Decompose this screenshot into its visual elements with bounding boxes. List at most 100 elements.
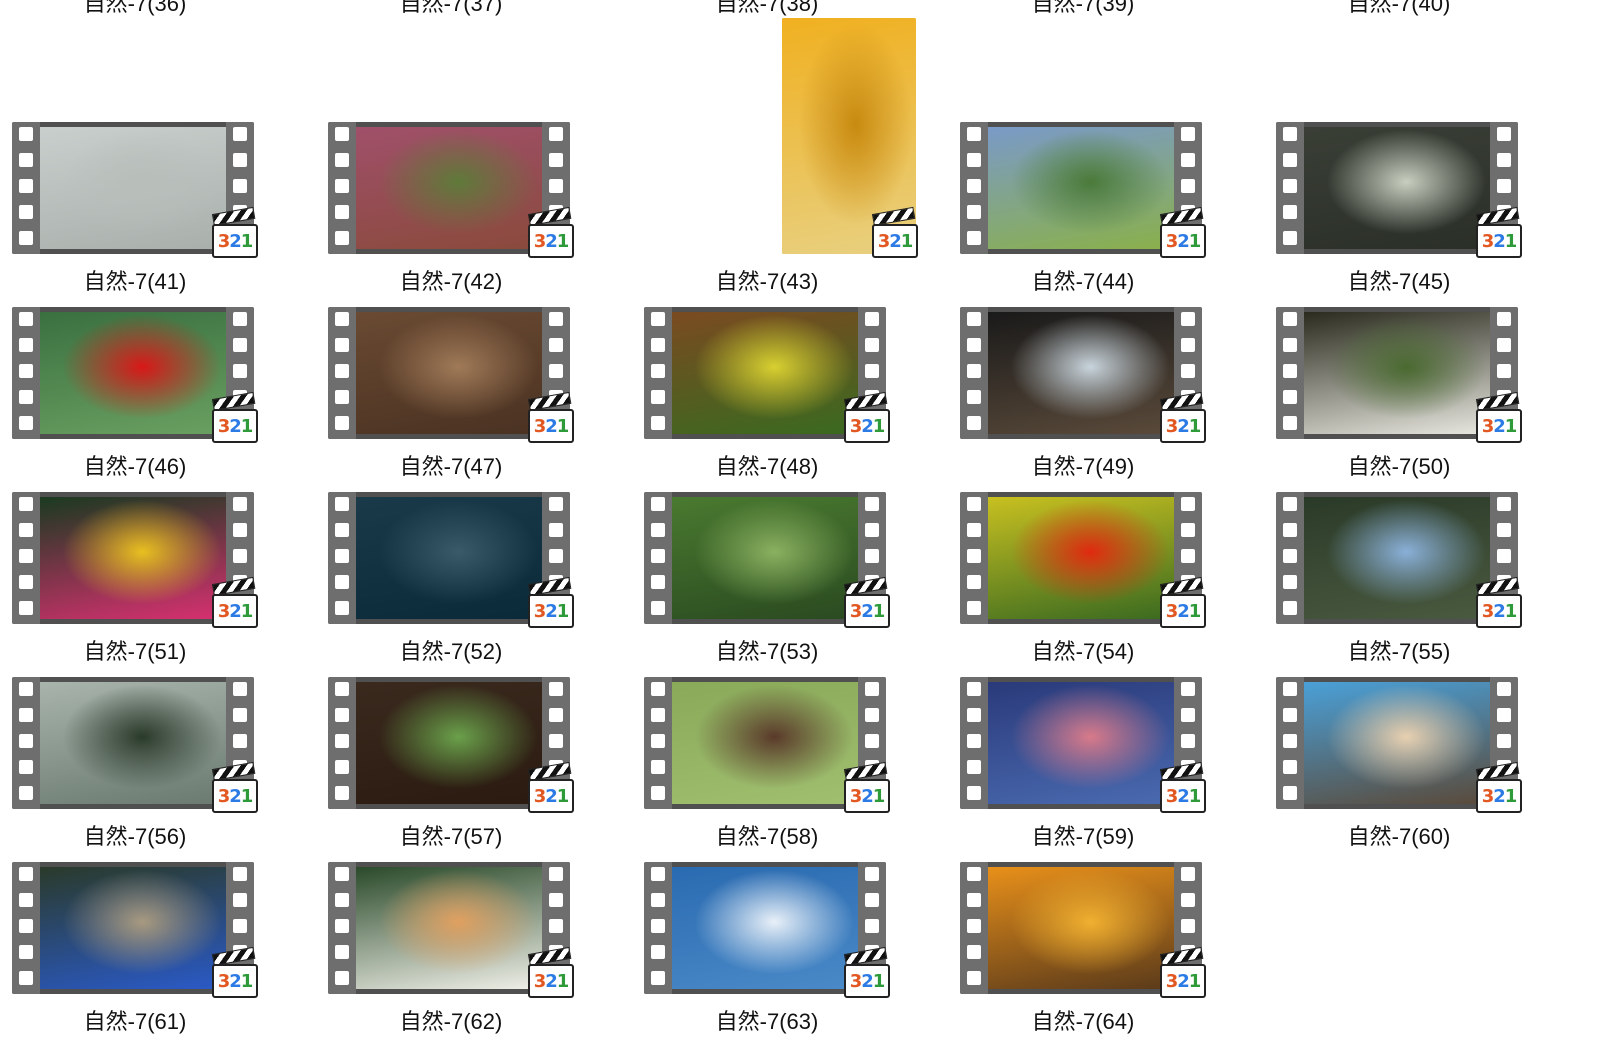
file-item[interactable]: 3 2 1 自然-7(62) — [316, 862, 616, 1052]
file-item[interactable]: 3 2 1 自然-7(52) — [316, 492, 616, 682]
file-name-label[interactable]: 自然-7(47) — [316, 449, 586, 481]
file-item[interactable]: 3 2 1 自然-7(60) — [1264, 677, 1564, 867]
sprocket-hole — [651, 390, 665, 404]
badge-digit: 2 — [1493, 230, 1505, 252]
file-item[interactable]: 3 2 1 自然-7(51) — [0, 492, 300, 682]
file-label-partial[interactable]: 自然-7(40) — [1299, 0, 1499, 16]
media-player-icon: 321 — [843, 946, 890, 998]
file-name-label[interactable]: 自然-7(51) — [0, 634, 270, 666]
file-item[interactable]: 3 2 1 自然-7(53) — [632, 492, 932, 682]
file-item[interactable]: 3 2 1 自然-7(43) — [632, 18, 932, 312]
file-name-label[interactable]: 自然-7(60) — [1264, 819, 1534, 851]
file-name-label[interactable]: 自然-7(59) — [948, 819, 1218, 851]
file-item[interactable]: 3 2 1 自然-7(50) — [1264, 307, 1564, 497]
sprocket-hole — [19, 760, 33, 774]
sprocket-hole — [233, 312, 247, 326]
file-name-label[interactable]: 自然-7(62) — [316, 1004, 586, 1036]
film-strip-edge — [644, 307, 672, 439]
sprocket-hole — [233, 867, 247, 881]
badge-digit: 2 — [229, 415, 241, 437]
thumbnail-image — [356, 312, 542, 434]
sprocket-hole — [19, 971, 33, 985]
file-item[interactable]: 3 2 1 自然-7(61) — [0, 862, 300, 1052]
file-name-label[interactable]: 自然-7(64) — [948, 1004, 1218, 1036]
badge-digit: 1 — [556, 415, 569, 437]
sprocket-hole — [967, 919, 981, 933]
media-player-icon: 321 — [211, 946, 258, 998]
file-item[interactable]: 3 2 1 自然-7(48) — [632, 307, 932, 497]
file-label-partial[interactable]: 自然-7(39) — [983, 0, 1183, 16]
clapperboard-body: 321 — [1160, 594, 1206, 628]
file-name-label[interactable]: 自然-7(63) — [632, 1004, 902, 1036]
file-label-partial[interactable]: 自然-7(38) — [667, 0, 867, 16]
sprocket-hole — [19, 127, 33, 141]
file-item[interactable]: 3 2 1 自然-7(58) — [632, 677, 932, 867]
media-player-icon: 321 — [211, 391, 258, 443]
file-item[interactable]: 3 2 1 自然-7(46) — [0, 307, 300, 497]
media-player-icon: 321 — [527, 206, 574, 258]
sprocket-hole — [865, 338, 879, 352]
file-item[interactable]: 3 2 1 自然-7(64) — [948, 862, 1248, 1052]
sprocket-hole — [967, 312, 981, 326]
file-name-label[interactable]: 自然-7(44) — [948, 264, 1218, 296]
file-item[interactable]: 3 2 1 自然-7(47) — [316, 307, 616, 497]
sprocket-hole — [1497, 364, 1511, 378]
thumbnail-image — [356, 497, 542, 619]
file-name-label[interactable]: 自然-7(52) — [316, 634, 586, 666]
file-name-label[interactable]: 自然-7(49) — [948, 449, 1218, 481]
file-item[interactable]: 3 2 1 自然-7(57) — [316, 677, 616, 867]
file-name-label[interactable]: 自然-7(48) — [632, 449, 902, 481]
file-name-label[interactable]: 自然-7(56) — [0, 819, 270, 851]
media-player-icon: 321 — [1475, 761, 1522, 813]
file-name-label[interactable]: 自然-7(41) — [0, 264, 270, 296]
file-name-label[interactable]: 自然-7(57) — [316, 819, 586, 851]
sprocket-hole — [233, 364, 247, 378]
file-item[interactable]: 3 2 1 自然-7(56) — [0, 677, 300, 867]
sprocket-hole — [335, 523, 349, 537]
film-strip-edge — [960, 862, 988, 994]
file-label-partial[interactable]: 自然-7(36) — [35, 0, 235, 16]
sprocket-hole — [335, 416, 349, 430]
film-strip-edge — [12, 677, 40, 809]
sprocket-hole — [1497, 497, 1511, 511]
file-item[interactable]: 3 2 1 自然-7(42) — [316, 122, 616, 312]
file-item[interactable]: 3 2 1 自然-7(55) — [1264, 492, 1564, 682]
sprocket-hole — [19, 734, 33, 748]
badge-digit: 3 — [1481, 600, 1494, 622]
clapperboard-body: 321 — [1160, 224, 1206, 258]
file-item[interactable]: 3 2 1 自然-7(45) — [1264, 122, 1564, 312]
sprocket-hole — [967, 734, 981, 748]
file-item[interactable]: 3 2 1 自然-7(49) — [948, 307, 1248, 497]
file-name-label[interactable]: 自然-7(46) — [0, 449, 270, 481]
sprocket-hole — [335, 497, 349, 511]
badge-digit: 2 — [545, 415, 557, 437]
badge-digit: 1 — [240, 415, 253, 437]
file-name-label[interactable]: 自然-7(61) — [0, 1004, 270, 1036]
file-item[interactable]: 3 2 1 自然-7(54) — [948, 492, 1248, 682]
file-name-label[interactable]: 自然-7(58) — [632, 819, 902, 851]
badge-digit: 1 — [240, 600, 253, 622]
sprocket-hole — [1283, 231, 1297, 245]
clapperboard-body: 321 — [1476, 224, 1522, 258]
file-name-label[interactable]: 自然-7(53) — [632, 634, 902, 666]
file-item[interactable]: 3 2 1 自然-7(41) — [0, 122, 300, 312]
file-item[interactable]: 3 2 1 自然-7(59) — [948, 677, 1248, 867]
file-item[interactable]: 3 2 1 自然-7(63) — [632, 862, 932, 1052]
file-item[interactable]: 3 2 1 自然-7(44) — [948, 122, 1248, 312]
media-player-icon: 321 — [1159, 391, 1206, 443]
sprocket-hole — [335, 893, 349, 907]
file-name-label[interactable]: 自然-7(54) — [948, 634, 1218, 666]
file-name-label[interactable]: 自然-7(55) — [1264, 634, 1534, 666]
file-name-label[interactable]: 自然-7(45) — [1264, 264, 1534, 296]
file-name-label[interactable]: 自然-7(50) — [1264, 449, 1534, 481]
sprocket-hole — [19, 549, 33, 563]
file-name-label[interactable]: 自然-7(42) — [316, 264, 586, 296]
file-label-partial[interactable]: 自然-7(37) — [351, 0, 551, 16]
sprocket-hole — [967, 549, 981, 563]
badge-digit: 1 — [1188, 600, 1201, 622]
sprocket-hole — [19, 416, 33, 430]
sprocket-hole — [1497, 549, 1511, 563]
badge-digit: 1 — [1188, 785, 1201, 807]
sprocket-hole — [1181, 919, 1195, 933]
file-name-label[interactable]: 自然-7(43) — [632, 264, 902, 296]
